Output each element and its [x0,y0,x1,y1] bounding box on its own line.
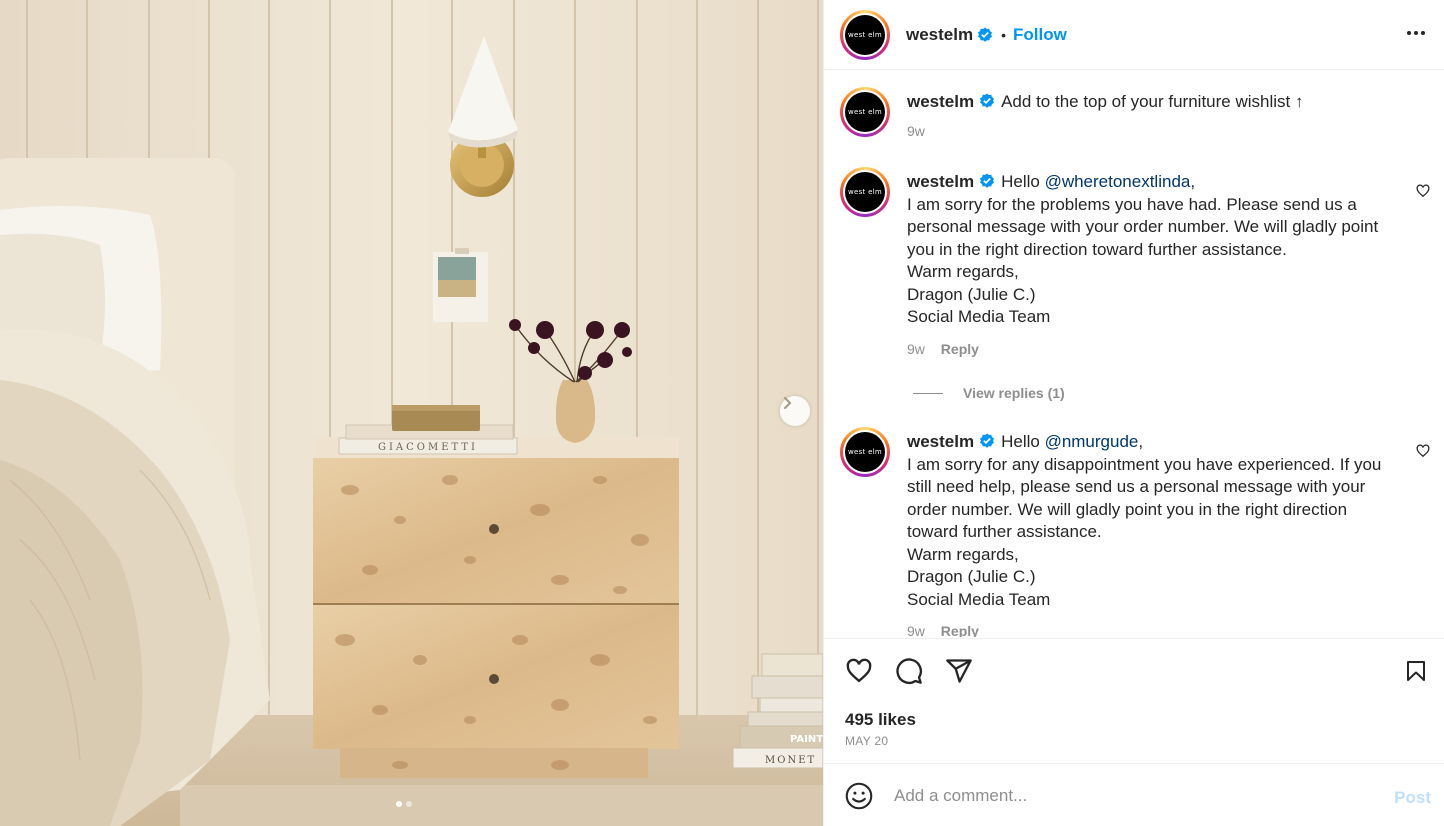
avatar-logo: west elm [845,92,885,132]
caption-text: Add to the top of your furniture wishlis… [1001,92,1304,111]
avatar[interactable]: west elm [840,167,890,217]
like-comment-heart-icon[interactable] [1416,184,1430,198]
comment-text-line: personal message with your order number.… [907,217,1379,236]
like-heart-icon[interactable] [844,657,874,685]
carousel-dot-active [396,801,402,807]
comment-text-line: I am sorry for any disappointment you ha… [907,454,1382,474]
svg-text:MONET: MONET [765,755,816,766]
view-replies-label: View replies (1) [963,385,1065,401]
post-comment-button[interactable]: Post [1394,788,1431,808]
post-photo: GIACOMETTI PAINT MONET [0,0,823,826]
comment-username[interactable]: westelm [907,172,974,191]
avatar[interactable]: west elm [840,427,890,477]
avatar-logo: west elm [845,14,885,55]
comment-text-line: Warm regards, [907,262,1019,281]
post-header: west elm westelm • Follow [824,0,1444,70]
comment-text-line: Dragon (Julie C.) [907,284,1036,304]
comment-text-line: I am sorry for the problems you have had… [907,194,1357,214]
avatar[interactable]: west elm [840,87,890,137]
comment-text-line: Social Media Team [907,307,1051,326]
comment-bubble-icon[interactable] [894,657,924,685]
wall-art-print [433,248,488,322]
comment-time[interactable]: 9w [907,341,925,357]
post-media[interactable]: GIACOMETTI PAINT MONET [0,0,823,826]
caption-time[interactable]: 9w [907,123,925,139]
svg-text:GIACOMETTI: GIACOMETTI [378,442,478,453]
post-panel: west elm westelm • Follow west elm weste… [823,0,1444,826]
add-comment-bar: Post [824,763,1444,826]
comment-text-line: Dragon (Julie C.) [907,567,1036,586]
drawer-knob [489,524,499,534]
comment-text-line: toward further assistance. [907,522,1102,541]
follow-button[interactable]: Follow [1013,25,1067,45]
comment-mention-link[interactable]: @nmurgude [1045,432,1139,451]
comment-input[interactable] [894,784,1374,808]
comment-text-line: you in the right direction toward furthe… [907,239,1287,259]
chevron-right-icon [784,397,792,409]
drawer-knob [489,674,499,684]
reply-button[interactable]: Reply [941,623,979,637]
comment-mention-link[interactable]: @wheretonextlinda [1045,172,1191,191]
more-options-icon[interactable] [1405,22,1427,44]
comment-text-line: Social Media Team [907,589,1051,609]
save-bookmark-icon[interactable] [1404,657,1428,685]
verified-badge-icon [980,93,995,108]
comment-text-line: order number. We will gladly point you i… [907,499,1348,519]
verified-badge-icon [978,27,993,42]
comment-time[interactable]: 9w [907,623,925,637]
verified-badge-icon [980,173,995,188]
verified-badge-icon [980,433,995,448]
post-actions: 495 likes MAY 20 [824,638,1444,763]
post-date[interactable]: MAY 20 [845,734,888,748]
avatar-logo: west elm [845,172,885,212]
like-comment-heart-icon[interactable] [1416,444,1430,458]
avatar[interactable]: west elm [840,9,890,60]
avatar-logo: west elm [845,432,885,472]
carousel-next-button[interactable] [780,396,810,426]
carousel-indicator [396,801,412,807]
emoji-icon[interactable] [845,782,873,810]
reply-button[interactable]: Reply [941,341,979,357]
svg-text:PAINTIN: PAINTIN [790,734,823,745]
comment-greeting: Hello [1001,432,1045,451]
caption-username[interactable]: westelm [907,92,974,111]
comments-list[interactable]: west elm westelm Add to the top of your f… [824,71,1444,637]
comment-username[interactable]: westelm [907,432,974,451]
header-username[interactable]: westelm [906,25,973,45]
view-replies-button[interactable]: View replies (1) [913,385,1065,401]
comment-text-line: Warm regards, [907,544,1019,564]
comment-text-line: still need help, please send us a person… [907,477,1366,496]
view-replies-line [913,392,943,394]
likes-count[interactable]: 495 likes [845,710,916,730]
comment-punctuation: , [1138,432,1144,451]
comment-greeting: Hello [1001,172,1045,191]
share-send-icon[interactable] [945,657,973,685]
carousel-dot [406,801,412,807]
comment-punctuation: , [1190,172,1196,191]
header-separator: • [1001,26,1006,43]
